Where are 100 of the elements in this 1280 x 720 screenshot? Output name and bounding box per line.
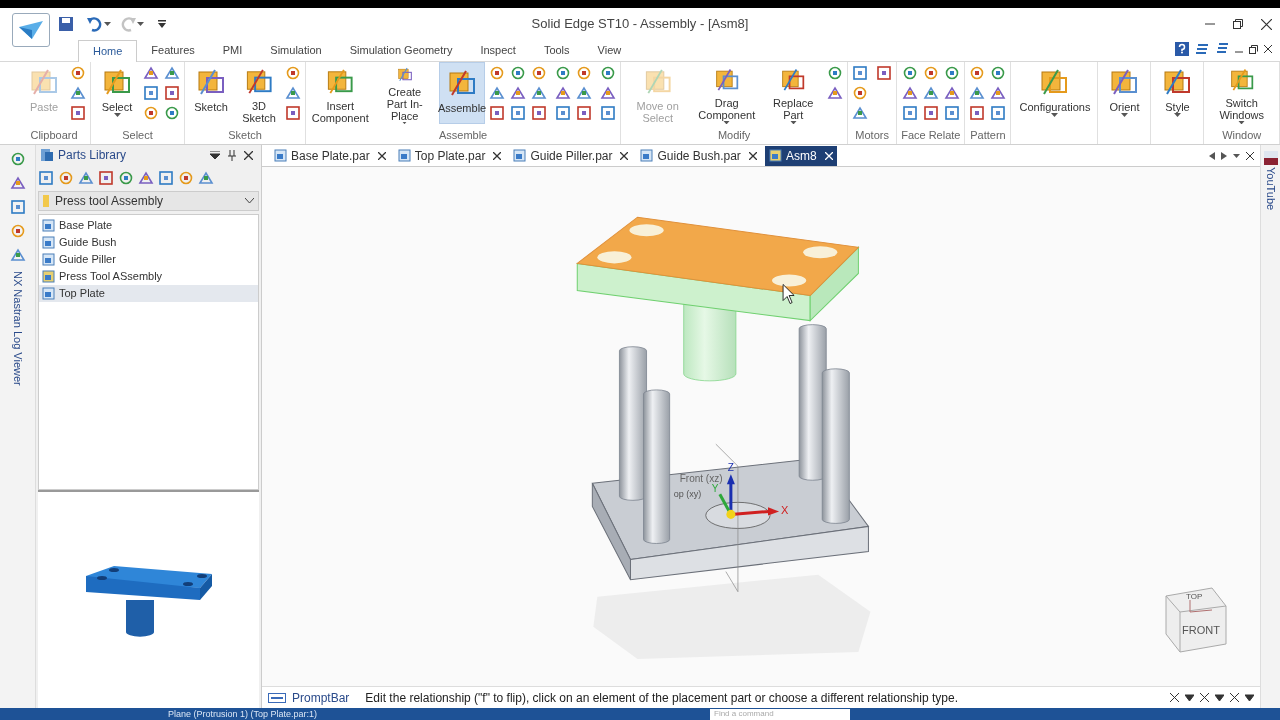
tool-icon[interactable] (78, 170, 94, 186)
tool-icon[interactable] (555, 65, 572, 81)
tool-icon[interactable] (901, 65, 918, 81)
prompt-tool-icon[interactable] (1215, 693, 1224, 702)
tool-icon[interactable] (489, 105, 506, 121)
tool-icon[interactable] (943, 85, 960, 101)
tool-icon[interactable] (922, 65, 939, 81)
tool-icon[interactable] (901, 105, 918, 121)
tool-icon[interactable] (143, 105, 159, 121)
tool-icon[interactable] (969, 65, 986, 81)
tool-icon[interactable] (852, 85, 869, 101)
tool-icon[interactable] (143, 85, 159, 101)
restore-icon[interactable] (1233, 19, 1243, 29)
customize-icon[interactable] (158, 20, 166, 28)
tool-icon[interactable] (943, 65, 960, 81)
tool-icon[interactable] (9, 151, 26, 167)
tool-icon[interactable] (138, 170, 154, 186)
tool-icon[interactable] (852, 65, 869, 81)
ribbon-tab[interactable]: PMI (208, 39, 257, 61)
tool-icon[interactable] (922, 85, 939, 101)
tool-icon[interactable] (876, 65, 893, 81)
tool-icon[interactable] (852, 105, 869, 121)
tool-icon[interactable] (489, 65, 506, 81)
tool-icon[interactable] (178, 170, 194, 186)
side-panel-label[interactable]: NX Nastran Log Viewer (9, 271, 26, 386)
tool-icon[interactable] (531, 105, 548, 121)
help-icon[interactable] (1175, 42, 1189, 56)
ribbon-tab[interactable]: Features (137, 39, 209, 61)
application-button[interactable] (12, 13, 50, 47)
close-icon[interactable] (1246, 151, 1254, 160)
tool-icon[interactable] (9, 223, 26, 239)
tool-icon[interactable] (9, 247, 26, 263)
tool-icon[interactable] (9, 175, 26, 191)
tool-icon[interactable] (285, 65, 301, 81)
ribbon-tab[interactable]: Inspect (466, 39, 530, 61)
tool-icon[interactable] (9, 199, 26, 215)
viewport[interactable]: Front (xz) op (xy) Z Y X TOP FRONT (262, 167, 1260, 686)
ribbon-tab[interactable]: Simulation (256, 39, 336, 61)
tool-icon[interactable] (990, 85, 1007, 101)
ribbon-tab[interactable]: Simulation Geometry (335, 39, 467, 61)
tool-icon[interactable] (969, 85, 986, 101)
tool-icon[interactable] (285, 85, 301, 101)
document-tab[interactable]: Top Plate.par (393, 145, 506, 166)
ribbon-button[interactable]: Sketch (189, 62, 233, 124)
close-icon[interactable] (1264, 45, 1272, 53)
tool-icon[interactable] (38, 170, 54, 186)
document-tab[interactable]: Asm8 (764, 145, 837, 166)
close-icon[interactable] (244, 150, 253, 160)
tool-icon[interactable] (198, 170, 214, 186)
tool-icon[interactable] (600, 105, 617, 121)
tool-icon[interactable] (990, 65, 1007, 81)
ribbon-button[interactable]: Configurations (1015, 62, 1094, 124)
tool-icon[interactable] (943, 105, 960, 121)
library-item[interactable]: Top Plate (39, 285, 258, 302)
tool-icon[interactable] (164, 85, 180, 101)
tool-icon[interactable] (969, 105, 986, 121)
prompt-tool-icon[interactable] (1185, 693, 1194, 702)
tool-icon[interactable] (990, 105, 1007, 121)
ribbon-button[interactable]: 3D Sketch (237, 62, 281, 124)
ribbon-button[interactable]: Select (95, 62, 139, 124)
close-icon[interactable] (493, 151, 502, 160)
ribbon-tab[interactable]: Home (78, 40, 138, 62)
tool-icon[interactable] (285, 105, 301, 121)
tool-icon[interactable] (827, 85, 844, 101)
tool-icon[interactable] (489, 85, 506, 101)
prompt-tool-icon[interactable] (1245, 693, 1254, 702)
ribbon-button[interactable]: Orient (1102, 62, 1147, 124)
side-panel-label[interactable]: YouTube (1262, 167, 1279, 211)
tool-icon[interactable] (576, 85, 593, 101)
tool-icon[interactable] (510, 65, 527, 81)
prompt-tool-icon[interactable] (1170, 693, 1179, 702)
tool-icon[interactable] (827, 65, 844, 81)
tool-icon[interactable] (164, 65, 180, 81)
document-tab[interactable]: Guide Piller.par (509, 145, 633, 166)
ribbon-button[interactable]: Switch Windows (1208, 62, 1275, 124)
library-item[interactable]: Press Tool ASsembly (39, 268, 258, 285)
ribbon-button[interactable]: Insert Component (310, 62, 371, 124)
prompt-tool-icon[interactable] (1230, 693, 1239, 702)
ribbon-button[interactable]: Assemble (438, 62, 486, 124)
save-icon[interactable] (58, 16, 74, 32)
tool-icon[interactable] (510, 85, 527, 101)
tool-icon[interactable] (922, 105, 939, 121)
folder-dropdown[interactable]: Press tool Assembly (38, 191, 259, 211)
tool-icon[interactable] (158, 170, 174, 186)
ribbon-button[interactable]: Style (1155, 62, 1200, 124)
tool-icon[interactable] (118, 170, 134, 186)
tool-icon[interactable] (70, 65, 86, 81)
ribbon-button[interactable]: Drag Component (694, 62, 760, 124)
pin-icon[interactable] (228, 149, 236, 161)
tool-icon[interactable] (555, 85, 572, 101)
close-icon[interactable] (1261, 18, 1272, 30)
ribbon-tab[interactable]: View (583, 39, 636, 61)
document-tab[interactable]: Base Plate.par (270, 145, 390, 166)
document-tab[interactable]: Guide Bush.par (636, 145, 761, 166)
tool-icon[interactable] (555, 105, 572, 121)
undo-icon[interactable] (86, 16, 104, 32)
ribbon-button[interactable]: Create Part In-Place (374, 62, 435, 124)
library-item[interactable]: Guide Bush (39, 234, 258, 251)
close-icon[interactable] (620, 151, 629, 160)
prompt-tool-icon[interactable] (1200, 693, 1209, 702)
